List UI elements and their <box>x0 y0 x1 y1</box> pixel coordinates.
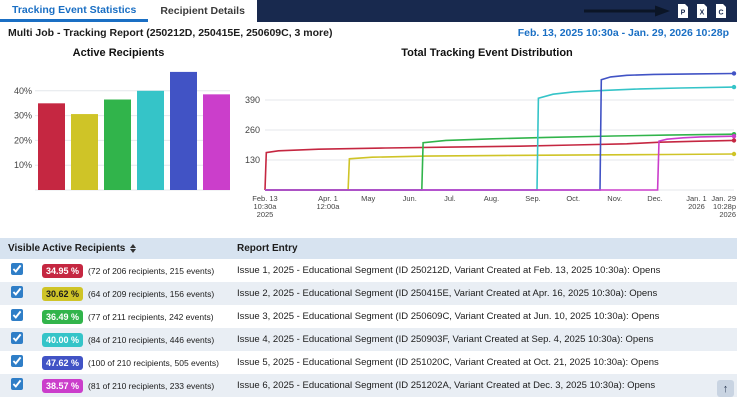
charts-row: Active Recipients 10% 20% 30% 40% Total Tra… <box>0 44 737 238</box>
percent-badge: 47.62 % <box>42 356 83 370</box>
recipient-detail: (72 of 206 recipients, 215 events) <box>88 266 214 276</box>
percent-badge: 34.95 % <box>42 264 83 278</box>
svg-text:Dec.: Dec. <box>647 194 662 203</box>
series-line-issue-2[interactable] <box>265 154 734 190</box>
excel-export-icon[interactable]: X <box>696 4 708 18</box>
recipient-detail: (81 of 210 recipients, 233 events) <box>88 381 214 391</box>
table-row[interactable]: 30.62 % (64 of 209 recipients, 156 events… <box>0 282 737 305</box>
percent-badge: 38.57 % <box>42 379 83 393</box>
bar-chart-title: Active Recipients <box>0 44 237 60</box>
pdf-export-icon[interactable]: P <box>677 4 689 18</box>
table-row[interactable]: 40.00 % (84 of 210 recipients, 446 events… <box>0 328 737 351</box>
event-distribution-line-chart: 130260390Feb. 1310:30a2025Apr. 112:00aMa… <box>237 60 737 230</box>
tab-recipient-details[interactable]: Recipient Details <box>148 0 257 22</box>
tracking-report-app: Tracking Event Statistics Recipient Deta… <box>0 0 737 400</box>
table-row[interactable]: 47.62 % (100 of 210 recipients, 505 event… <box>0 351 737 374</box>
recipient-detail: (77 of 211 recipients, 242 events) <box>88 312 214 322</box>
visible-checkbox[interactable] <box>11 286 23 298</box>
svg-text:2026: 2026 <box>688 202 705 211</box>
report-entry-text: Issue 6, 2025 - Educational Segment (ID … <box>237 380 737 391</box>
event-distribution-chart: Total Tracking Event Distribution 130 260… <box>237 44 737 238</box>
series-line-issue-6[interactable] <box>265 136 734 190</box>
visible-checkbox[interactable] <box>11 355 23 367</box>
svg-text:40%: 40% <box>14 86 32 96</box>
series-line-issue-5[interactable] <box>265 74 734 191</box>
series-line-issue-1[interactable] <box>265 140 734 190</box>
tab-tracking-event-statistics[interactable]: Tracking Event Statistics <box>0 0 148 22</box>
annotation-arrow-icon <box>584 5 670 17</box>
svg-text:Jun.: Jun. <box>403 194 417 203</box>
percent-badge: 36.49 % <box>42 310 83 324</box>
table-row[interactable]: 34.95 % (72 of 206 recipients, 215 events… <box>0 259 737 282</box>
svg-text:C: C <box>718 10 723 17</box>
series-endpoint-issue-5 <box>732 71 736 75</box>
recipient-detail: (64 of 209 recipients, 156 events) <box>88 289 214 299</box>
bar-issue-2[interactable] <box>71 114 98 190</box>
report-date-range[interactable]: Feb. 13, 2025 10:30a - Jan. 29, 2026 10:… <box>518 27 729 39</box>
active-recipients-chart: Active Recipients 10% 20% 30% 40% <box>0 44 237 238</box>
export-toolbar: P X C <box>257 0 737 22</box>
csv-export-icon[interactable]: C <box>715 4 727 18</box>
svg-text:130: 130 <box>245 155 260 165</box>
report-table: Visible Active Recipients Report Entry 3… <box>0 238 737 397</box>
series-endpoint-issue-1 <box>732 138 736 142</box>
report-entry-text: Issue 5, 2025 - Educational Segment (ID … <box>237 357 737 368</box>
bar-issue-3[interactable] <box>104 100 131 190</box>
line-chart-title: Total Tracking Event Distribution <box>237 44 737 60</box>
svg-text:Aug.: Aug. <box>484 194 499 203</box>
visible-checkbox[interactable] <box>11 309 23 321</box>
report-entry-text: Issue 3, 2025 - Educational Segment (ID … <box>237 311 737 322</box>
svg-text:X: X <box>700 10 705 17</box>
scroll-to-top-button[interactable]: ↑ <box>717 380 734 397</box>
visible-checkbox[interactable] <box>11 263 23 275</box>
report-entry-text: Issue 4, 2025 - Educational Segment (ID … <box>237 334 737 345</box>
column-header-active-recipients-label: Active Recipients <box>42 243 125 254</box>
series-endpoint-issue-6 <box>732 134 736 138</box>
recipient-detail: (84 of 210 recipients, 446 events) <box>88 335 214 345</box>
svg-text:2026: 2026 <box>719 210 736 219</box>
table-header-row: Visible Active Recipients Report Entry <box>0 238 737 259</box>
bar-issue-6[interactable] <box>203 94 230 190</box>
svg-text:20%: 20% <box>14 135 32 145</box>
svg-text:Jul.: Jul. <box>444 194 456 203</box>
tab-list: Tracking Event Statistics Recipient Deta… <box>0 0 257 22</box>
series-endpoint-issue-4 <box>732 85 736 89</box>
report-header: Multi Job - Tracking Report (250212D, 25… <box>0 22 737 44</box>
svg-text:Sep.: Sep. <box>525 194 540 203</box>
svg-text:12:00a: 12:00a <box>317 202 341 211</box>
report-title: Multi Job - Tracking Report (250212D, 25… <box>8 27 332 39</box>
svg-text:Nov.: Nov. <box>607 194 622 203</box>
percent-badge: 40.00 % <box>42 333 83 347</box>
svg-text:Oct.: Oct. <box>566 194 580 203</box>
table-row[interactable]: 36.49 % (77 of 211 recipients, 242 events… <box>0 305 737 328</box>
visible-checkbox[interactable] <box>11 378 23 390</box>
svg-text:May: May <box>361 194 375 203</box>
svg-text:30%: 30% <box>14 111 32 121</box>
bar-issue-5[interactable] <box>170 72 197 190</box>
column-header-active-recipients[interactable]: Active Recipients <box>42 243 237 254</box>
svg-text:260: 260 <box>245 125 260 135</box>
bar-issue-1[interactable] <box>38 103 65 190</box>
column-header-report-entry[interactable]: Report Entry <box>237 243 737 254</box>
table-row[interactable]: 38.57 % (81 of 210 recipients, 233 events… <box>0 374 737 397</box>
top-tab-bar: Tracking Event Statistics Recipient Deta… <box>0 0 737 22</box>
svg-text:390: 390 <box>245 95 260 105</box>
svg-text:2025: 2025 <box>257 210 274 219</box>
svg-text:10%: 10% <box>14 160 32 170</box>
bar-issue-4[interactable] <box>137 91 164 190</box>
report-entry-text: Issue 2, 2025 - Educational Segment (ID … <box>237 288 737 299</box>
active-recipients-bar-chart: 10% 20% 30% 40% <box>0 60 237 230</box>
report-entry-text: Issue 1, 2025 - Educational Segment (ID … <box>237 265 737 276</box>
percent-badge: 30.62 % <box>42 287 83 301</box>
visible-checkbox[interactable] <box>11 332 23 344</box>
svg-text:P: P <box>681 10 686 17</box>
recipient-detail: (100 of 210 recipients, 505 events) <box>88 358 219 368</box>
series-endpoint-issue-2 <box>732 152 736 156</box>
table-body: 34.95 % (72 of 206 recipients, 215 events… <box>0 259 737 397</box>
sort-icon[interactable] <box>130 244 136 253</box>
column-header-visible[interactable]: Visible <box>0 243 42 254</box>
